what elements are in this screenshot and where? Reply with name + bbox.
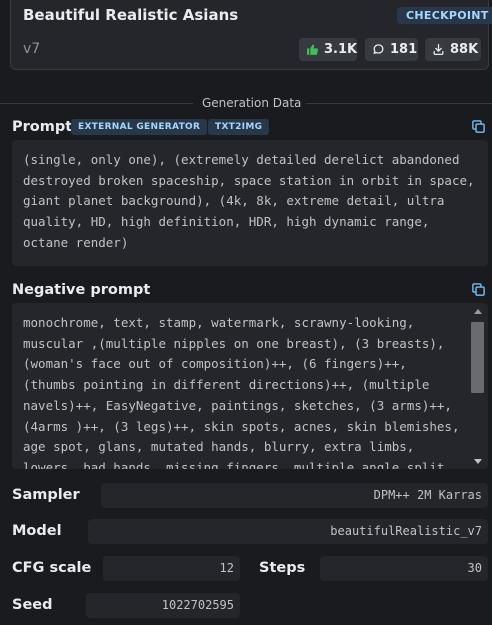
seed-value: 1022702595 [86,593,240,618]
steps-value: 30 [320,556,488,581]
comments-count: 181 [390,42,418,57]
downloads-count: 88K [450,42,479,57]
prompt-text: (single, only one), (extremely detailed … [12,140,488,266]
cfg-scale-label: CFG scale [12,560,92,576]
copy-prompt-button[interactable] [471,119,487,135]
likes-count: 3.1K [324,42,358,57]
likes-stat[interactable]: 3.1K [299,38,357,61]
downloads-stat[interactable]: 88K [425,38,481,61]
txt2img-tag: TXT2IMG [208,119,270,135]
prompt-heading: Prompt [12,119,73,135]
comments-stat[interactable]: 181 [365,38,418,61]
scroll-down-arrow[interactable] [474,459,482,464]
model-version: v7 [23,41,41,57]
chat-bubble-icon [372,43,385,56]
copy-icon [471,282,486,301]
copy-negative-prompt-button[interactable] [471,282,487,298]
scroll-thumb[interactable] [471,322,484,393]
divider-line-right [306,103,492,104]
model-label: Model [12,523,62,539]
negative-prompt-heading: Negative prompt [12,282,151,298]
checkpoint-badge: CHECKPOINT [397,7,492,24]
thumbs-up-icon [306,43,319,56]
generation-data-label: Generation Data [202,96,302,110]
negative-prompt-text[interactable]: monochrome, text, stamp, watermark, scra… [12,303,488,469]
model-card: Beautiful Realistic Asians CHECKPOINT v7… [10,0,492,70]
cfg-scale-value: 12 [103,556,240,581]
divider-line-left [0,103,193,104]
steps-label: Steps [259,560,306,576]
scroll-up-arrow[interactable] [474,309,482,314]
sampler-label: Sampler [12,487,80,503]
negative-prompt-scrollbar[interactable] [468,305,487,468]
copy-icon [471,119,486,138]
sampler-value: DPM++ 2M Karras [101,483,488,508]
seed-label: Seed [12,597,53,613]
download-icon [432,43,445,56]
external-generator-tag: EXTERNAL GENERATOR [71,119,208,135]
model-value: beautifulRealistic_v7 [88,519,488,544]
model-title[interactable]: Beautiful Realistic Asians [23,6,238,24]
